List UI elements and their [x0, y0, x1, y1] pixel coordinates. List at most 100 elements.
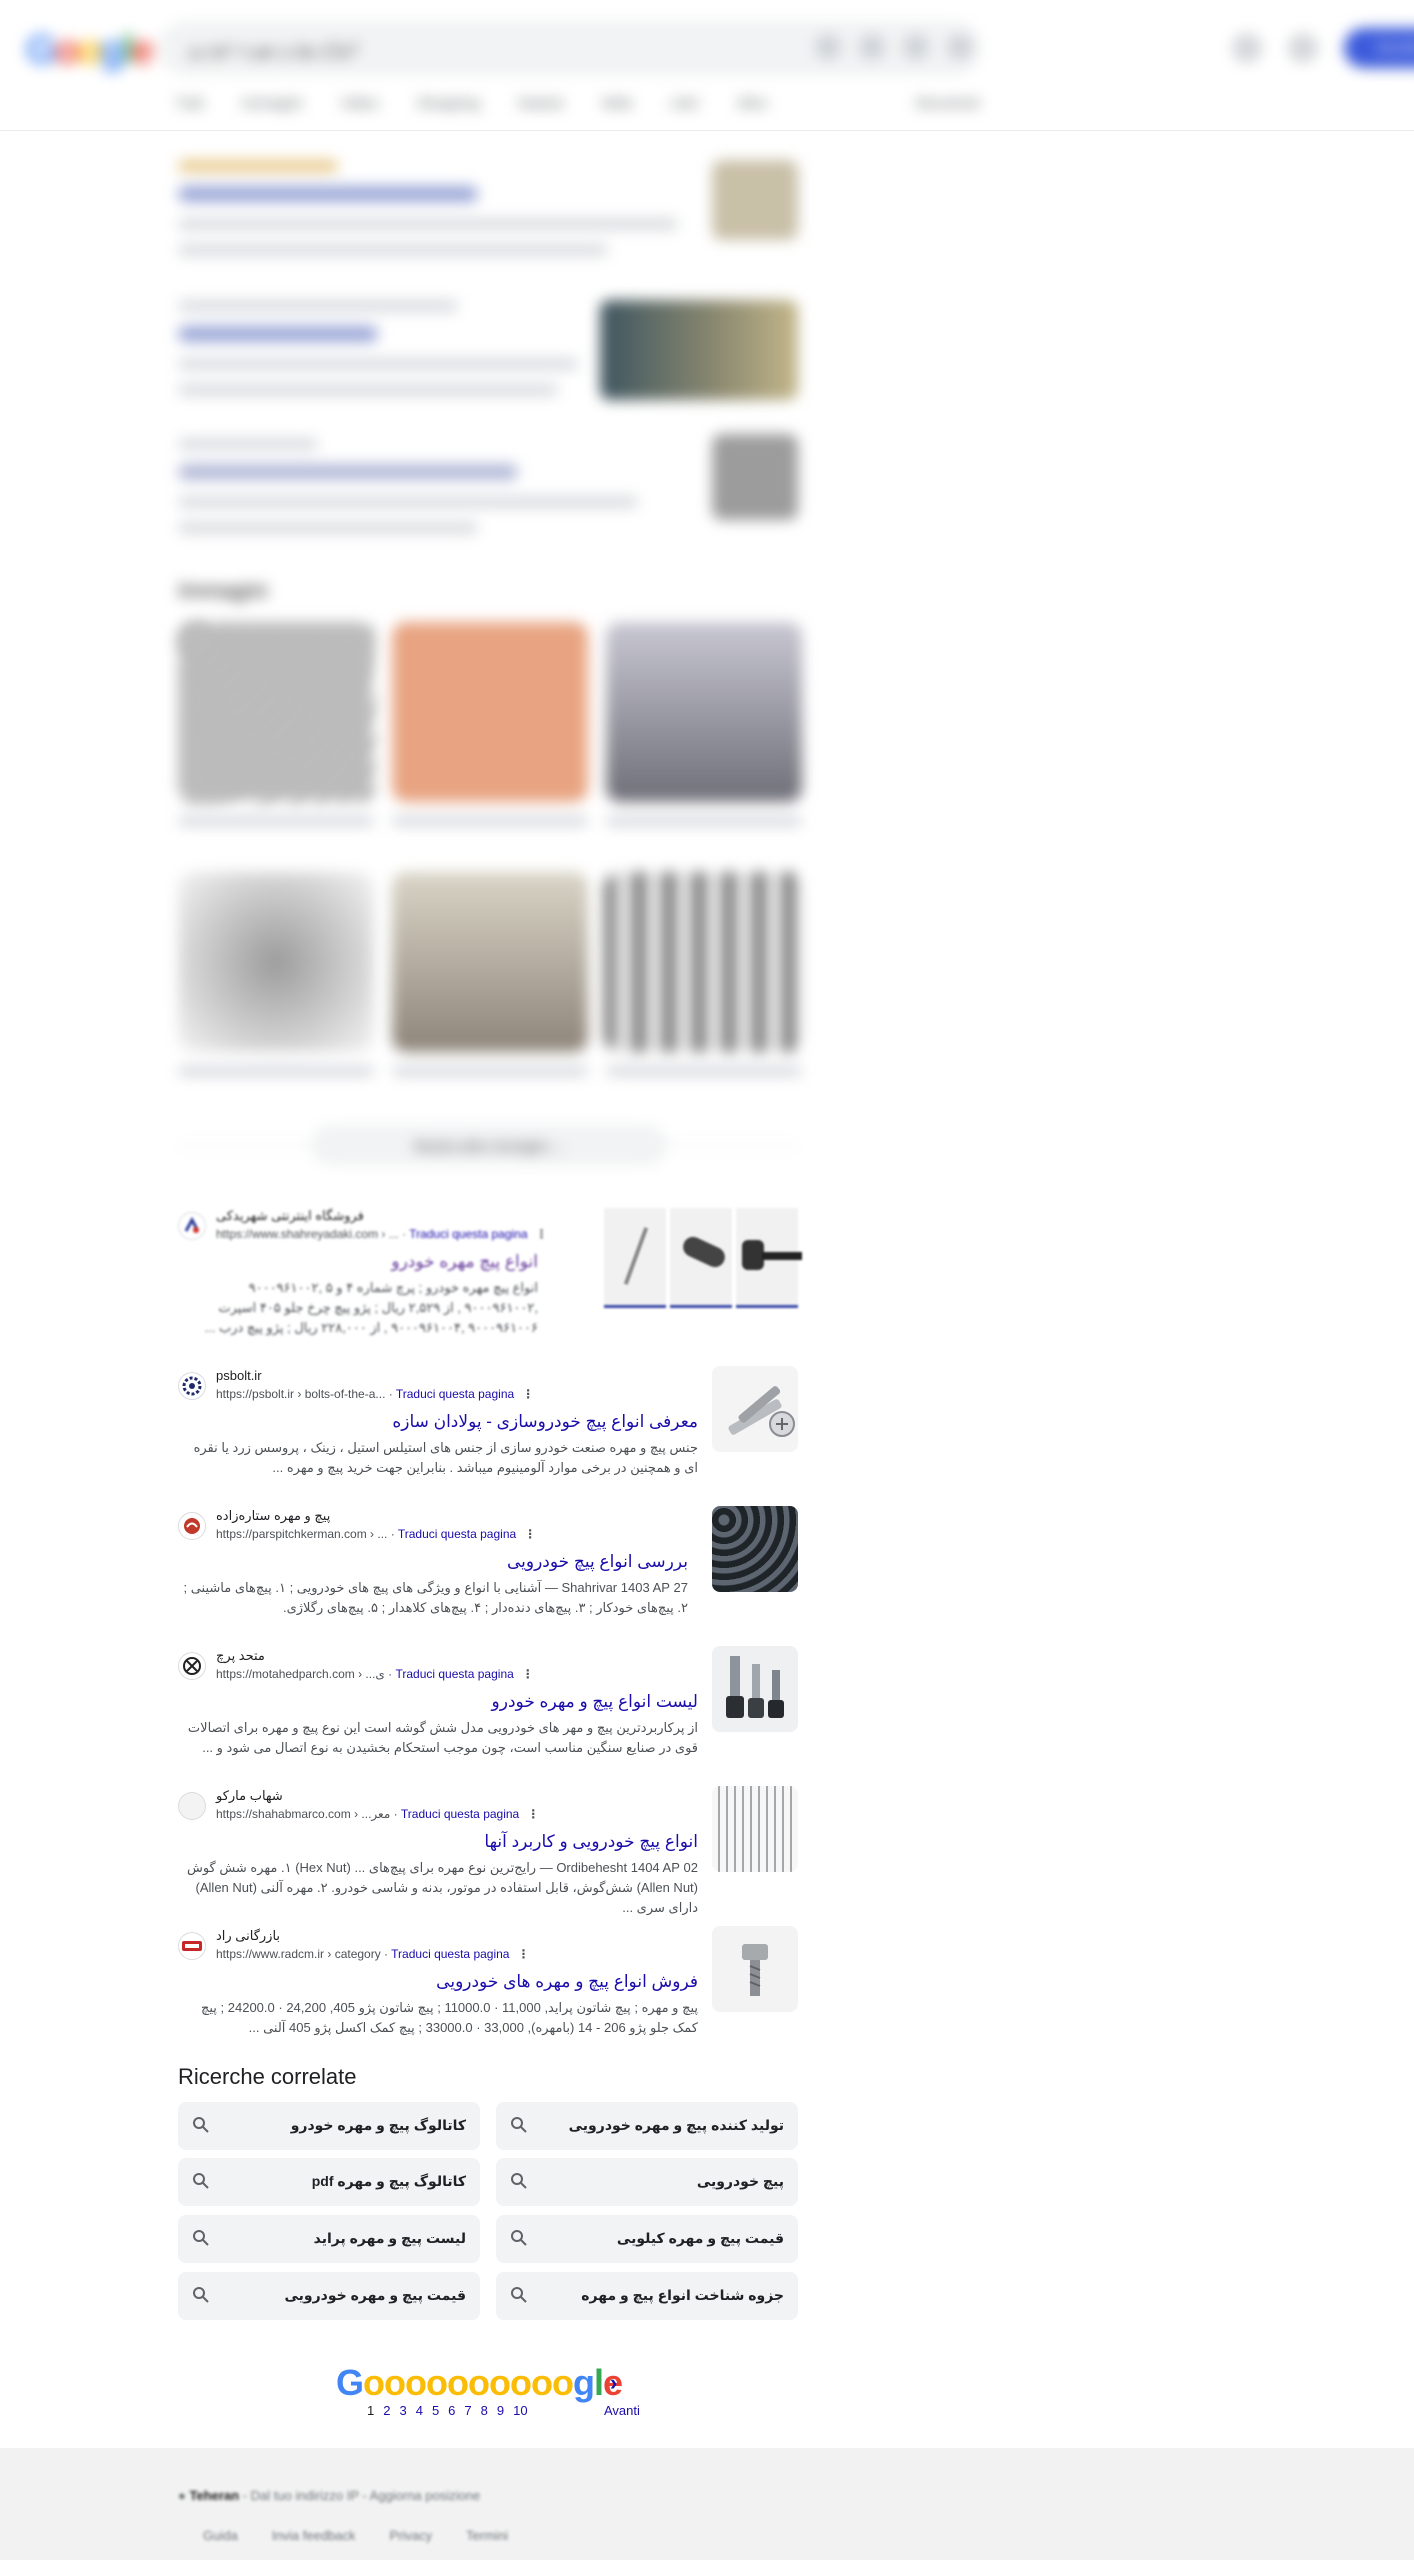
result-thumbnail[interactable]: [712, 1786, 798, 1872]
more-options-icon[interactable]: ⋮: [524, 1527, 536, 1541]
related-search-chip[interactable]: لیست پیچ و مهره پراید: [178, 2215, 480, 2263]
result-snippet: 02 Ordibehesht 1404 AP — رایج‌ترین نوع م…: [186, 1860, 698, 1915]
tools-button[interactable]: Strumenti: [915, 95, 979, 112]
tab-books[interactable]: Libri: [670, 95, 698, 112]
page-link[interactable]: 8: [481, 2403, 488, 2418]
related-searches-title: Ricerche correlate: [178, 2064, 357, 2089]
camera-icon[interactable]: [903, 34, 929, 60]
page-current: 1: [367, 2403, 375, 2418]
related-search-chip[interactable]: تولید کننده پیچ و مهره خودرویی: [496, 2102, 798, 2150]
page-link[interactable]: 7: [464, 2403, 471, 2418]
tab-all[interactable]: Tutti: [175, 95, 204, 112]
next-page-link[interactable]: Avanti: [604, 2403, 640, 2418]
related-search-chip[interactable]: قیمت پیچ و مهره کیلویی: [496, 2215, 798, 2263]
result-thumbnail-strip[interactable]: [604, 1208, 802, 1308]
tab-shopping[interactable]: Shopping: [417, 95, 480, 112]
result-title[interactable]: انواع پیچ خودرویی و کاربرد آنها: [178, 1832, 698, 1852]
more-images-button[interactable]: Mostra altre immagini ⌄: [312, 1126, 666, 1164]
related-search-chip[interactable]: کاتالوگ پیچ و مهره pdf: [178, 2158, 480, 2206]
image-result[interactable]: [606, 872, 802, 1052]
search-result: متحد پرچ https://motahedparch.com › ...ی…: [178, 1648, 698, 1758]
site-url[interactable]: https://www.radcm.ir › category · Traduc…: [216, 1947, 529, 1961]
result-thumbnail: [600, 300, 798, 400]
result-thumbnail[interactable]: [712, 1366, 798, 1452]
result-thumbnail: [712, 160, 798, 240]
search-icon[interactable]: [947, 34, 973, 60]
site-url[interactable]: https://motahedparch.com › ...ی · Traduc…: [216, 1667, 534, 1681]
site-url[interactable]: https://shahabmarco.com › ...معر · Tradu…: [216, 1807, 539, 1821]
result-title[interactable]: لیست انواع پیچ و مهره خودرو: [178, 1692, 698, 1712]
pagination-logo: Goooooooooogle: [336, 2362, 623, 2403]
more-images-label: Mostra altre immagini: [414, 1138, 549, 1154]
page-link[interactable]: 2: [383, 2403, 390, 2418]
page-link[interactable]: 6: [448, 2403, 455, 2418]
result-thumbnail[interactable]: [712, 1646, 798, 1732]
image-result[interactable]: [178, 622, 374, 802]
more-options-icon[interactable]: ⋮: [527, 1807, 539, 1821]
site-url[interactable]: https://psbolt.ir › bolts-of-the-a... · …: [216, 1387, 534, 1401]
translate-link[interactable]: Traduci questa pagina: [391, 1947, 509, 1961]
settings-icon[interactable]: [1232, 33, 1262, 63]
related-search-label: کاتالوگ پیچ و مهره pdf: [311, 2173, 466, 2189]
translate-link[interactable]: Traduci questa pagina: [395, 1667, 513, 1681]
location-detail[interactable]: - Dal tuo indirizzo IP - Aggiorna posizi…: [239, 2488, 481, 2503]
image-result[interactable]: [392, 622, 588, 802]
translate-link[interactable]: Traduci questa pagina: [396, 1387, 514, 1401]
result-snippet: جنس پیچ و مهره صنعت خودرو سازی از جنس ها…: [193, 1440, 698, 1475]
url-text: https://motahedparch.com › ...ی: [216, 1667, 385, 1681]
login-button[interactable]: Accedi: [1344, 28, 1414, 68]
tab-video[interactable]: Video: [340, 95, 378, 112]
page-link[interactable]: 10: [513, 2403, 527, 2418]
mic-icon[interactable]: [859, 34, 885, 60]
page-link[interactable]: 4: [416, 2403, 423, 2418]
site-url[interactable]: https://parspitchkerman.com › ... · Trad…: [216, 1527, 536, 1541]
more-options-icon[interactable]: ⋮: [522, 1667, 534, 1681]
more-options-icon[interactable]: ⋮: [522, 1387, 534, 1401]
result-thumbnail[interactable]: [712, 1926, 798, 2012]
result-title[interactable]: بررسی انواع پیچ خودرویی: [178, 1552, 688, 1572]
image-result[interactable]: [606, 622, 802, 802]
more-options-icon[interactable]: ⋮: [536, 1227, 548, 1241]
footer-link-privacy[interactable]: Privacy: [390, 2528, 433, 2543]
page-link[interactable]: 9: [497, 2403, 504, 2418]
related-search-label: پیچ خودرویی: [696, 2173, 784, 2189]
footer-link-help[interactable]: Guida: [203, 2528, 238, 2543]
image-caption: [392, 816, 588, 826]
result-title[interactable]: انواع پیچ مهره خودرو: [178, 1252, 538, 1272]
result-title[interactable]: فروش انواع پیچ و مهره های خودرویی: [178, 1972, 698, 1992]
tab-news[interactable]: Notizie: [518, 95, 564, 112]
related-search-chip[interactable]: قیمت پیچ و مهره خودرویی: [178, 2272, 480, 2320]
related-search-chip[interactable]: پیچ خودرویی: [496, 2158, 798, 2206]
tab-web[interactable]: Web: [602, 95, 633, 112]
site-favicon: [178, 1512, 206, 1540]
search-tabs: Tutti Immagini Video Shopping Notizie We…: [175, 95, 979, 112]
footer: ● Teheran - Dal tuo indirizzo IP - Aggio…: [0, 2448, 1414, 2560]
translate-link[interactable]: Traduci questa pagina: [409, 1227, 527, 1241]
related-search-label: تولید کننده پیچ و مهره خودرویی: [568, 2117, 784, 2133]
image-result[interactable]: [392, 872, 588, 1052]
footer-link-feedback[interactable]: Invia feedback: [272, 2528, 356, 2543]
related-search-chip[interactable]: کاتالوگ پیچ و مهره خودرو: [178, 2102, 480, 2150]
translate-link[interactable]: Traduci questa pagina: [398, 1527, 516, 1541]
related-search-chip[interactable]: جزوه شناخت انواع پیچ و مهره: [496, 2272, 798, 2320]
page-link[interactable]: 3: [399, 2403, 406, 2418]
result-title[interactable]: معرفی انواع پیچ خودروسازی - پولادان سازه: [178, 1412, 698, 1432]
chevron-right-icon[interactable]: ›: [610, 2370, 617, 2396]
page-link[interactable]: 5: [432, 2403, 439, 2418]
result-thumbnail[interactable]: [712, 1506, 798, 1592]
translate-link[interactable]: Traduci questa pagina: [401, 1807, 519, 1821]
more-options-icon[interactable]: ⋮: [517, 1947, 529, 1961]
image-result[interactable]: [178, 872, 374, 1052]
footer-link-terms[interactable]: Termini: [466, 2528, 508, 2543]
tab-images[interactable]: Immagini: [242, 95, 303, 112]
search-result: psbolt.ir https://psbolt.ir › bolts-of-t…: [178, 1368, 698, 1478]
site-name: psbolt.ir: [216, 1368, 262, 1383]
site-url[interactable]: https://www.shahreyadaki.com › ... · Tra…: [216, 1227, 548, 1241]
search-icon: [193, 2173, 209, 2189]
location-dot-icon: ●: [178, 2488, 186, 2503]
google-logo[interactable]: Google: [26, 28, 154, 73]
image-caption: [178, 1066, 374, 1076]
clear-icon[interactable]: [815, 34, 841, 60]
tab-more[interactable]: Altro: [737, 95, 768, 112]
apps-icon[interactable]: [1288, 33, 1318, 63]
